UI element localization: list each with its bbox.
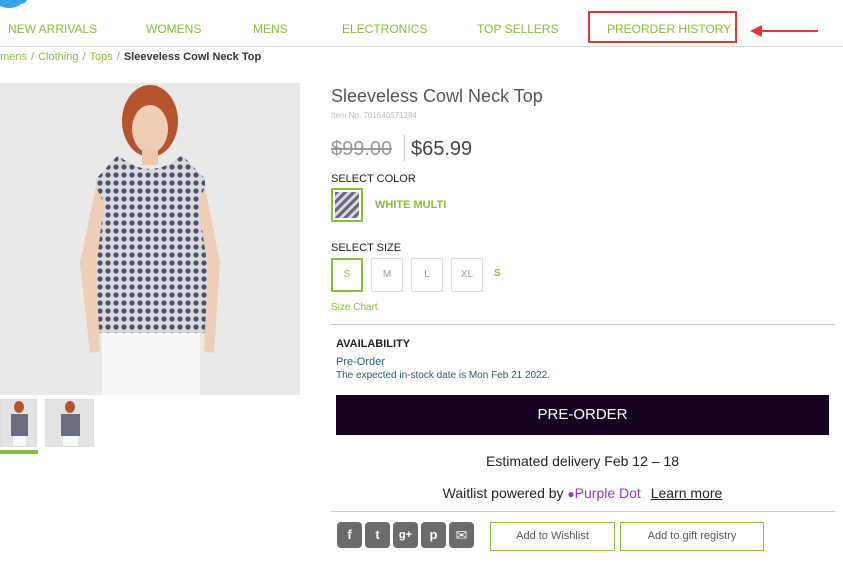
nav-mens[interactable]: MENS: [253, 22, 288, 36]
waitlist-prefix: Waitlist powered by: [442, 485, 564, 501]
add-to-wishlist-button[interactable]: Add to Wishlist: [490, 522, 615, 551]
size-option-l[interactable]: L: [411, 258, 443, 292]
product-thumbnail-back[interactable]: [45, 399, 94, 447]
breadcrumb: omens/Clothing/Tops/Sleeveless Cowl Neck…: [0, 51, 261, 63]
sale-price: $65.99: [411, 138, 473, 160]
purple-dot-icon: ●: [567, 487, 575, 501]
breadcrumb-current: Sleeveless Cowl Neck Top: [123, 51, 262, 63]
select-size-label: SELECT SIZE: [331, 242, 402, 254]
thumbnail-front-illustration: [11, 401, 28, 446]
size-chart-link[interactable]: Size Chart: [331, 302, 378, 313]
color-swatch-white-multi[interactable]: [331, 188, 363, 222]
product-main-image[interactable]: [0, 83, 300, 395]
size-option-xl[interactable]: XL: [451, 258, 483, 292]
divider: [331, 511, 835, 512]
selected-color-name: WHITE MULTI: [375, 199, 447, 211]
nav-womens[interactable]: WOMENS: [146, 22, 201, 36]
pinterest-icon[interactable]: p: [421, 522, 446, 548]
size-option-m[interactable]: M: [371, 258, 403, 292]
product-thumbnail-front[interactable]: [0, 399, 37, 447]
nav-electronics[interactable]: ELECTRONICS: [342, 22, 427, 36]
purple-dot-brand: Purple Dot: [574, 485, 641, 501]
add-to-gift-registry-button[interactable]: Add to gift registry: [620, 522, 764, 551]
preorder-history-highlight: [588, 11, 737, 43]
item-number: Item No. 701640571284: [331, 111, 417, 120]
breadcrumb-separator: /: [116, 51, 120, 63]
product-title: Sleeveless Cowl Neck Top: [331, 86, 543, 106]
swatch-pattern: [335, 192, 359, 218]
annotation-arrow-shaft: [760, 30, 818, 32]
estimated-delivery: Estimated delivery Feb 12 – 18: [486, 453, 679, 469]
nav-new-arrivals[interactable]: NEW ARRIVALS: [8, 22, 97, 36]
availability-status: Pre-Order: [336, 356, 385, 368]
email-icon[interactable]: ✉: [449, 522, 474, 548]
thumbnail-back-illustration: [61, 401, 80, 446]
breadcrumb-separator: /: [82, 51, 86, 63]
google-plus-icon[interactable]: g+: [393, 522, 418, 548]
breadcrumb-separator: /: [31, 51, 35, 63]
divider: [331, 324, 835, 325]
selected-size: S: [494, 268, 501, 279]
twitter-icon[interactable]: t: [365, 522, 390, 548]
waitlist-line: Waitlist powered by ●Purple Dot Learn mo…: [336, 485, 829, 501]
breadcrumb-clothing[interactable]: Clothing: [38, 51, 78, 63]
breadcrumb-tops[interactable]: Tops: [90, 51, 113, 63]
preorder-button[interactable]: PRE-ORDER: [336, 395, 829, 435]
breadcrumb-womens[interactable]: omens: [0, 51, 27, 63]
learn-more-link[interactable]: Learn more: [651, 485, 723, 501]
original-price: $99.00: [331, 138, 393, 160]
availability-date: The expected in-stock date is Mon Feb 21…: [336, 370, 551, 381]
model-photo-illustration: [80, 85, 220, 395]
size-option-s[interactable]: S: [331, 258, 363, 292]
select-color-label: SELECT COLOR: [331, 173, 416, 185]
nav-divider: [0, 46, 843, 47]
price-divider: [404, 135, 405, 161]
nav-top-sellers[interactable]: TOP SELLERS: [477, 22, 559, 36]
thumbnail-active-indicator: [0, 450, 38, 454]
availability-heading: AVAILABILITY: [336, 338, 411, 350]
facebook-icon[interactable]: f: [337, 522, 362, 548]
